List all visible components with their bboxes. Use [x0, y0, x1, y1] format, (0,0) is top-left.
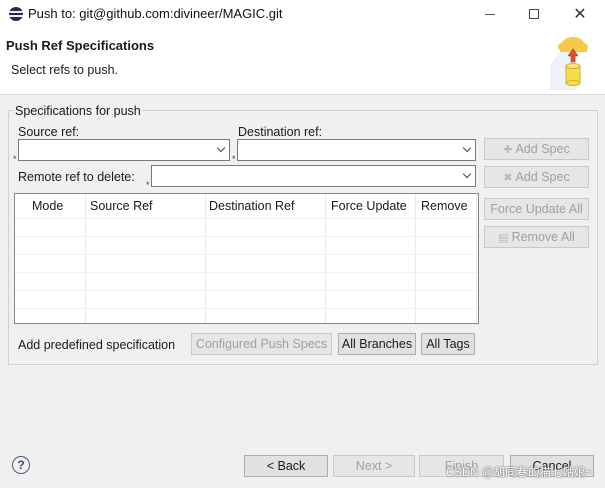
add-delete-spec-label: Add Spec	[515, 170, 570, 184]
column-header-source-ref[interactable]: Source Ref	[90, 194, 153, 218]
page-title: Push Ref Specifications	[6, 38, 155, 53]
push-cloud-icon	[550, 32, 588, 90]
row-divider	[15, 218, 478, 219]
wizard-header: Push Ref Specifications Select refs to p…	[0, 28, 605, 95]
column-header-destination-ref[interactable]: Destination Ref	[209, 194, 294, 218]
next-button[interactable]: Next >	[333, 455, 415, 477]
row-divider	[15, 308, 478, 309]
column-header-mode[interactable]: Mode	[32, 194, 63, 218]
destination-ref-label: Destination ref:	[238, 125, 323, 139]
all-branches-button[interactable]: All Branches	[338, 333, 416, 355]
column-divider	[325, 194, 326, 323]
add-spec-label: Add Spec	[515, 142, 570, 156]
row-divider	[15, 290, 478, 291]
source-ref-combo[interactable]	[18, 139, 230, 161]
column-divider	[205, 194, 206, 323]
predefined-spec-label: Add predefined specification	[18, 338, 176, 352]
group-legend: Specifications for push	[14, 104, 142, 118]
watermark: CSDN @胡同巷的猫七姑娘~	[446, 467, 593, 479]
plus-icon: ✚	[503, 143, 513, 156]
required-marker: *	[146, 180, 150, 190]
remove-icon: ▤	[498, 231, 509, 244]
close-icon: ✕	[573, 6, 587, 23]
destination-ref-combo[interactable]	[237, 139, 476, 161]
row-divider	[15, 272, 478, 273]
row-divider	[15, 236, 478, 237]
column-divider	[85, 194, 86, 323]
push-specs-table[interactable]: Mode Source Ref Destination Ref Force Up…	[14, 193, 479, 324]
close-button[interactable]: ✕	[557, 0, 603, 28]
row-divider	[15, 254, 478, 255]
required-marker: *	[13, 154, 17, 164]
help-button[interactable]: ?	[12, 456, 30, 474]
chevron-down-icon	[463, 172, 471, 180]
column-header-force-update[interactable]: Force Update	[331, 194, 407, 218]
minimize-icon	[485, 13, 495, 15]
back-button[interactable]: < Back	[244, 455, 328, 477]
chevron-down-icon	[463, 146, 471, 154]
eclipse-icon	[9, 7, 23, 21]
all-tags-button[interactable]: All Tags	[421, 333, 475, 355]
remove-all-label: Remove All	[511, 230, 575, 244]
force-update-all-label: Force Update All	[490, 202, 583, 216]
column-divider	[476, 194, 477, 323]
required-marker: *	[232, 154, 236, 164]
remote-ref-delete-combo[interactable]	[151, 165, 476, 187]
maximize-button[interactable]	[511, 0, 557, 28]
remove-all-button[interactable]: ▤ Remove All	[484, 226, 589, 248]
chevron-down-icon	[217, 146, 225, 154]
column-header-remove[interactable]: Remove	[421, 194, 468, 218]
help-icon: ?	[17, 458, 25, 472]
title-bar: Push to: git@github.com:divineer/MAGIC.g…	[0, 0, 605, 28]
force-update-all-button[interactable]: Force Update All	[484, 198, 589, 220]
delete-x-icon: ✖	[503, 171, 513, 184]
window-title: Push to: git@github.com:divineer/MAGIC.g…	[28, 6, 283, 21]
remote-ref-delete-label: Remote ref to delete:	[18, 170, 135, 184]
maximize-icon	[529, 9, 539, 19]
page-description: Select refs to push.	[11, 63, 119, 77]
configured-push-specs-button[interactable]: Configured Push Specs	[191, 333, 332, 355]
add-delete-spec-button[interactable]: ✖ Add Spec	[484, 166, 589, 188]
source-ref-label: Source ref:	[18, 125, 80, 139]
column-divider	[415, 194, 416, 323]
add-spec-button[interactable]: ✚ Add Spec	[484, 138, 589, 160]
minimize-button[interactable]	[467, 0, 513, 28]
